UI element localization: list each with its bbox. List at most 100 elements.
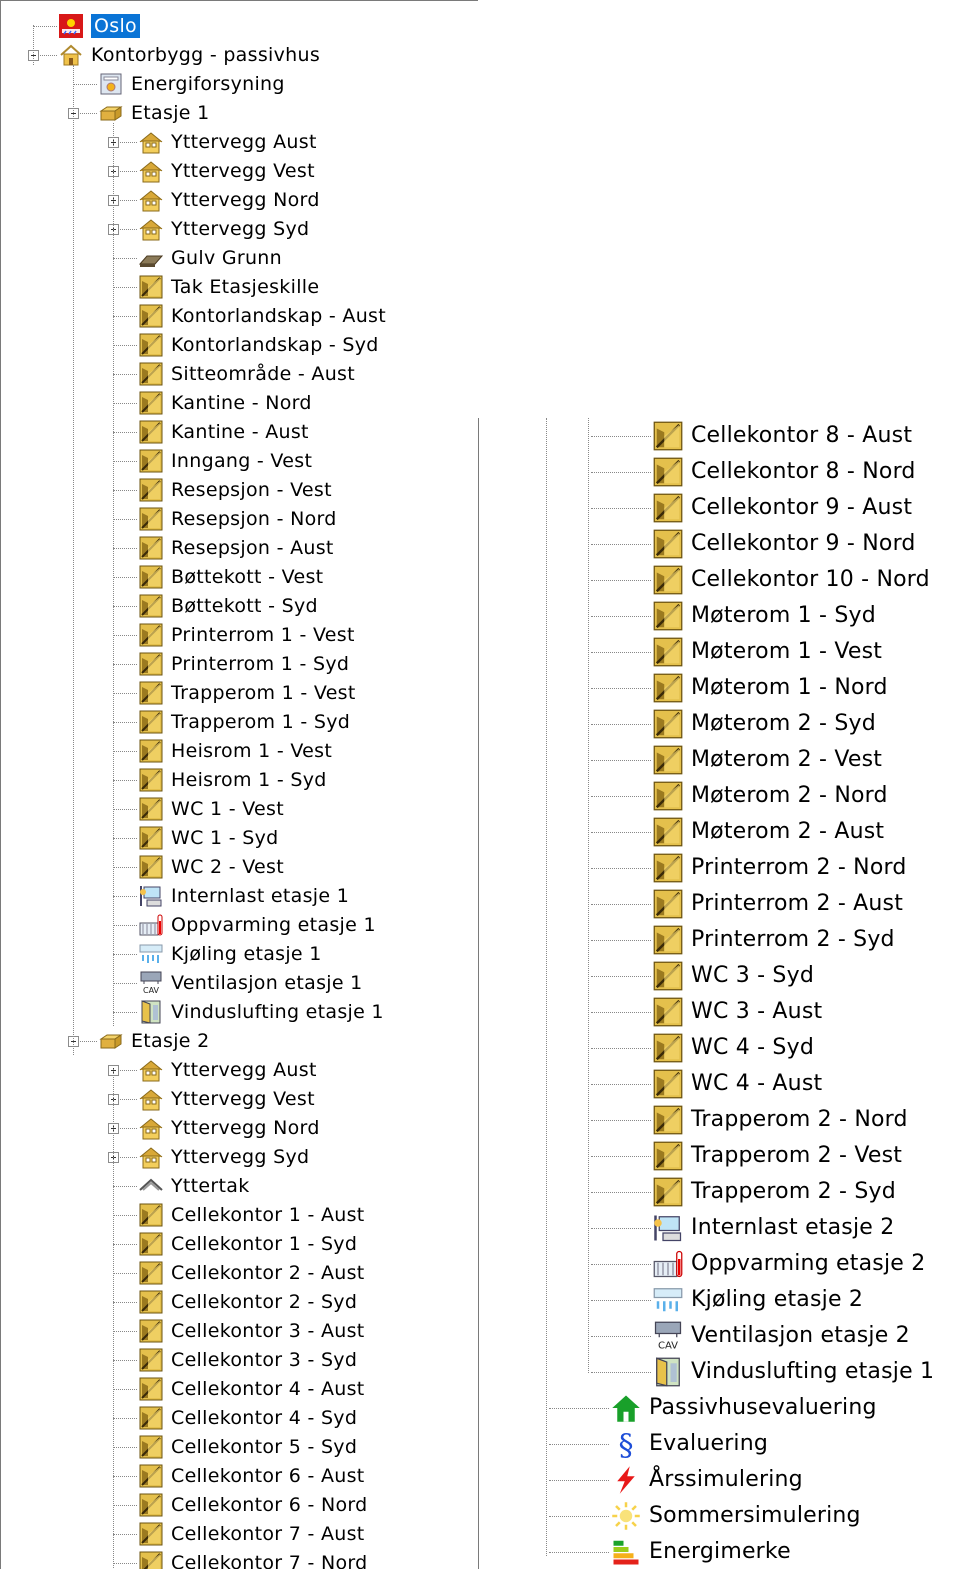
tree-item[interactable]: Yttervegg Nord <box>139 185 320 214</box>
tree-item[interactable]: Yttervegg Aust <box>139 127 317 156</box>
tree-item[interactable]: Cellekontor 9 - Aust <box>653 490 912 526</box>
tree-item[interactable]: Etasje 1 <box>99 98 210 127</box>
tree-item[interactable]: WC 4 - Aust <box>653 1066 822 1102</box>
tree-item[interactable]: Cellekontor 6 - Nord <box>139 1490 368 1519</box>
tree-item[interactable]: Energiforsyning <box>99 69 285 98</box>
tree-item[interactable]: WC 3 - Syd <box>653 958 814 994</box>
tree-item[interactable]: Heisrom 1 - Syd <box>139 765 327 794</box>
tree-connector <box>591 616 651 617</box>
tree-item[interactable]: Trapperom 1 - Vest <box>139 678 356 707</box>
tree-item[interactable]: Tak Etasjeskille <box>139 272 319 301</box>
tree-item[interactable]: Yttervegg Nord <box>139 1113 320 1142</box>
tree-item[interactable]: Møterom 1 - Syd <box>653 598 876 634</box>
zone-icon <box>139 768 163 792</box>
tree-item[interactable]: Printerrom 2 - Syd <box>653 922 895 958</box>
tree-item-label: Cellekontor 8 - Aust <box>691 423 913 448</box>
tree-item[interactable]: Yttervegg Syd <box>139 214 309 243</box>
heating-icon <box>139 913 163 937</box>
tree-item[interactable]: Bøttekott - Vest <box>139 562 323 591</box>
tree-item[interactable]: Cellekontor 3 - Syd <box>139 1345 357 1374</box>
tree-item[interactable]: Cellekontor 1 - Syd <box>139 1229 357 1258</box>
tree-item[interactable]: Trapperom 2 - Nord <box>653 1102 908 1138</box>
tree-item[interactable]: Cellekontor 2 - Syd <box>139 1287 357 1316</box>
tree-item[interactable]: Cellekontor 4 - Aust <box>139 1374 365 1403</box>
tree-item[interactable]: § Evaluering <box>611 1426 768 1462</box>
sun-icon <box>611 1501 641 1531</box>
tree-view-right[interactable]: Cellekontor 8 - Aust Cellekontor 8 - Nord… <box>478 418 961 1569</box>
tree-item[interactable]: Møterom 2 - Aust <box>653 814 884 850</box>
tree-item[interactable]: Printerrom 1 - Vest <box>139 620 355 649</box>
tree-item[interactable]: Cellekontor 7 - Aust <box>139 1519 365 1548</box>
zone-icon <box>653 817 683 847</box>
tree-item[interactable]: Gulv Grunn <box>139 243 282 272</box>
tree-item[interactable]: Møterom 2 - Syd <box>653 706 876 742</box>
tree-item[interactable]: Internlast etasje 1 <box>139 881 349 910</box>
tree-item[interactable]: Kantine - Nord <box>139 388 312 417</box>
tree-item[interactable]: Oslo <box>59 11 140 40</box>
tree-item[interactable]: Oppvarming etasje 2 <box>653 1246 925 1282</box>
tree-item[interactable]: Trapperom 1 - Syd <box>139 707 350 736</box>
tree-item[interactable]: Vinduslufting etasje 1 <box>139 997 384 1026</box>
tree-item[interactable]: Cellekontor 7 - Nord <box>139 1548 368 1569</box>
tree-item[interactable]: Sitteområde - Aust <box>139 359 355 388</box>
tree-item[interactable]: WC 1 - Syd <box>139 823 278 852</box>
tree-item[interactable]: WC 3 - Aust <box>653 994 822 1030</box>
tree-item[interactable]: Yttervegg Vest <box>139 1084 315 1113</box>
tree-item[interactable]: Møterom 1 - Vest <box>653 634 882 670</box>
tree-item[interactable]: Kantine - Aust <box>139 417 309 446</box>
tree-item[interactable]: Printerrom 1 - Syd <box>139 649 349 678</box>
tree-item[interactable]: Kjøling etasje 1 <box>139 939 322 968</box>
tree-item[interactable]: Trapperom 2 - Vest <box>653 1138 902 1174</box>
tree-item[interactable]: Møterom 2 - Vest <box>653 742 882 778</box>
tree-item[interactable]: Cellekontor 1 - Aust <box>139 1200 365 1229</box>
tree-item[interactable]: Yttervegg Vest <box>139 156 315 185</box>
tree-item[interactable]: Heisrom 1 - Vest <box>139 736 332 765</box>
tree-item[interactable]: Kontorlandskap - Syd <box>139 330 379 359</box>
tree-item[interactable]: Cellekontor 10 - Nord <box>653 562 930 598</box>
tree-item[interactable]: Kjøling etasje 2 <box>653 1282 863 1318</box>
tree-item[interactable]: WC 1 - Vest <box>139 794 284 823</box>
tree-item[interactable]: Trapperom 2 - Syd <box>653 1174 896 1210</box>
tree-item[interactable]: Cellekontor 9 - Nord <box>653 526 916 562</box>
tree-item[interactable]: Årssimulering <box>611 1462 803 1498</box>
tree-view-left[interactable]: Oslo Kontorbygg - passivhus Energiforsynin… <box>0 0 478 1569</box>
tree-item[interactable]: Møterom 1 - Nord <box>653 670 888 706</box>
zone-icon <box>139 1348 163 1372</box>
tree-item[interactable]: Oppvarming etasje 1 <box>139 910 376 939</box>
tree-connector <box>591 1156 651 1157</box>
tree-item[interactable]: Bøttekott - Syd <box>139 591 318 620</box>
tree-item[interactable]: Yttervegg Aust <box>139 1055 317 1084</box>
tree-item[interactable]: Inngang - Vest <box>139 446 312 475</box>
tree-item[interactable]: Resepsjon - Aust <box>139 533 334 562</box>
tree-item[interactable]: Yttervegg Syd <box>139 1142 309 1171</box>
tree-item[interactable]: WC 2 - Vest <box>139 852 284 881</box>
tree-item[interactable]: Resepsjon - Vest <box>139 475 332 504</box>
tree-item[interactable]: CAV Ventilasjon etasje 2 <box>653 1318 910 1354</box>
wall-icon <box>139 159 163 183</box>
tree-item[interactable]: Møterom 2 - Nord <box>653 778 888 814</box>
tree-item[interactable]: Cellekontor 6 - Aust <box>139 1461 365 1490</box>
tree-item[interactable]: Vinduslufting etasje 1 <box>653 1354 934 1390</box>
tree-item[interactable]: Cellekontor 2 - Aust <box>139 1258 365 1287</box>
cooling-icon <box>139 942 163 966</box>
tree-item[interactable]: Printerrom 2 - Aust <box>653 886 903 922</box>
tree-item[interactable]: Cellekontor 3 - Aust <box>139 1316 365 1345</box>
tree-item-label: Oppvarming etasje 1 <box>171 913 376 936</box>
tree-item[interactable]: Cellekontor 8 - Nord <box>653 454 916 490</box>
tree-item[interactable]: Kontorlandskap - Aust <box>139 301 386 330</box>
tree-item[interactable]: Cellekontor 5 - Syd <box>139 1432 357 1461</box>
zone-icon <box>139 1261 163 1285</box>
tree-item[interactable]: Kontorbygg - passivhus <box>59 40 320 69</box>
tree-item[interactable]: Printerrom 2 - Nord <box>653 850 907 886</box>
tree-item[interactable]: Resepsjon - Nord <box>139 504 337 533</box>
tree-item[interactable]: Sommersimulering <box>611 1498 861 1534</box>
tree-item[interactable]: Energimerke <box>611 1534 791 1569</box>
tree-item[interactable]: Internlast etasje 2 <box>653 1210 894 1246</box>
tree-item[interactable]: Cellekontor 4 - Syd <box>139 1403 357 1432</box>
tree-item[interactable]: Etasje 2 <box>99 1026 210 1055</box>
tree-item[interactable]: WC 4 - Syd <box>653 1030 814 1066</box>
tree-item[interactable]: Cellekontor 8 - Aust <box>653 418 912 454</box>
tree-item[interactable]: CAV Ventilasjon etasje 1 <box>139 968 363 997</box>
tree-item[interactable]: Yttertak <box>139 1171 250 1200</box>
tree-item[interactable]: Passivhusevaluering <box>611 1390 877 1426</box>
